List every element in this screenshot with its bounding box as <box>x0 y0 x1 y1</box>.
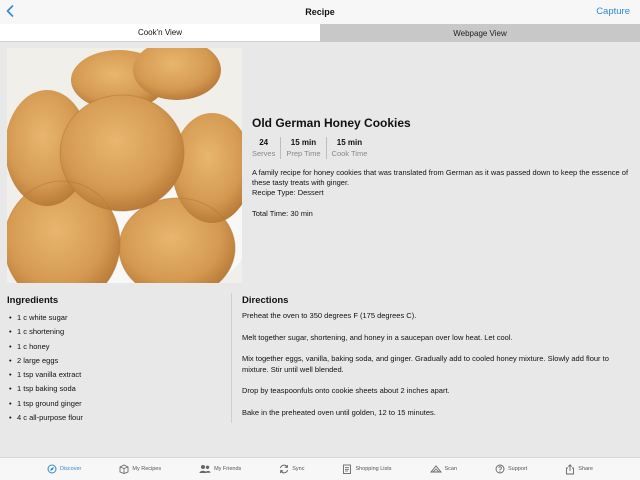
capture-button[interactable]: Capture <box>596 6 630 17</box>
direction-step: Mix together eggs, vanilla, baking soda,… <box>242 354 609 374</box>
recipe-description: A family recipe for honey cookies that w… <box>252 168 629 187</box>
recipe-description-block: A family recipe for honey cookies that w… <box>252 168 632 198</box>
direction-step: Drop by teaspoonfuls onto cookie sheets … <box>242 386 450 395</box>
direction-step: Melt together sugar, shortening, and hon… <box>242 332 513 342</box>
sync-icon <box>280 464 289 474</box>
recipe-type: Recipe Type: Dessert <box>252 188 324 197</box>
directions-list: Preheat the oven to 350 degrees F (175 d… <box>242 311 632 429</box>
direction-step: Bake in the preheated oven until golden,… <box>242 407 436 417</box>
ingredient-item: 1 tsp vanilla extract <box>9 368 83 382</box>
tab-label: My Friends <box>214 466 242 472</box>
stat-label: Cook Time <box>331 149 368 158</box>
tab-sync[interactable]: Sync <box>279 464 304 474</box>
tab-support[interactable]: Support <box>495 464 527 474</box>
ingredient-item: 1 tsp baking soda <box>9 382 83 396</box>
tab-label: My Recipes <box>132 466 162 472</box>
tab-label: Sync <box>292 466 305 472</box>
view-segmented-control: Cook'n View Webpage View <box>0 24 640 42</box>
ingredient-item: 1 tsp ground ginger <box>9 397 83 411</box>
tab-label: Discover <box>59 466 82 472</box>
stat-value: 15 min <box>336 138 363 147</box>
friends-icon <box>199 465 211 473</box>
stat-label: Serves <box>252 149 276 158</box>
tab-my-friends[interactable]: My Friends <box>199 464 241 474</box>
stat-label: Prep Time <box>286 149 321 158</box>
recipe-box-icon <box>119 464 129 474</box>
discover-icon <box>47 464 57 474</box>
tab-shopping-lists[interactable]: Shopping Lists <box>342 464 392 474</box>
tab-label: Scan <box>444 466 458 472</box>
tab-scan[interactable]: Scan <box>429 464 458 474</box>
direction-step: Preheat the oven to 350 degrees F (175 d… <box>242 311 417 320</box>
recipe-title: Old German Honey Cookies <box>252 116 411 130</box>
tab-discover[interactable]: Discover <box>47 464 81 474</box>
directions-heading: Directions <box>242 295 289 306</box>
tab-my-recipes[interactable]: My Recipes <box>119 464 161 474</box>
stat-serves: 24 Serves <box>252 137 282 159</box>
share-icon <box>566 463 575 474</box>
stat-prep-time: 15 min Prep Time <box>281 137 327 159</box>
bottom-tab-bar: Discover My Recipes My Friends Sync Shop… <box>0 457 640 480</box>
stat-value: 15 min <box>290 138 317 147</box>
tab-cookn-view[interactable]: Cook'n View <box>0 24 320 42</box>
tab-webpage-view[interactable]: Webpage View <box>320 24 640 42</box>
ingredient-item: 1 c honey <box>9 340 83 354</box>
ingredient-item: 4 c all-purpose flour <box>9 411 83 425</box>
tab-label: Shopping Lists <box>355 466 392 472</box>
tab-label: Support <box>508 466 528 472</box>
page-title: Recipe <box>305 7 335 17</box>
shopping-list-icon <box>343 464 352 474</box>
ingredients-list: 1 c white sugar 1 c shortening 1 c honey… <box>9 311 83 425</box>
back-button[interactable] <box>3 2 17 20</box>
support-icon <box>495 464 505 474</box>
recipe-photo <box>7 48 242 283</box>
recipe-stats: 24 Serves 15 min Prep Time 15 min Cook T… <box>252 137 372 159</box>
ingredient-item: 2 large eggs <box>9 354 83 368</box>
column-divider <box>231 293 232 423</box>
ingredient-item: 1 c white sugar <box>9 311 83 325</box>
tab-share[interactable]: Share <box>565 463 593 475</box>
navigation-bar: Recipe Capture <box>0 0 640 24</box>
tab-label: Share <box>578 466 593 472</box>
scan-icon <box>429 465 442 473</box>
total-time: Total Time: 30 min <box>252 209 313 218</box>
ingredient-item: 1 c shortening <box>9 325 83 339</box>
chevron-left-icon <box>6 5 14 17</box>
stat-value: 24 <box>259 138 269 147</box>
stat-cook-time: 15 min Cook Time <box>327 137 373 159</box>
ingredients-heading: Ingredients <box>7 295 59 306</box>
